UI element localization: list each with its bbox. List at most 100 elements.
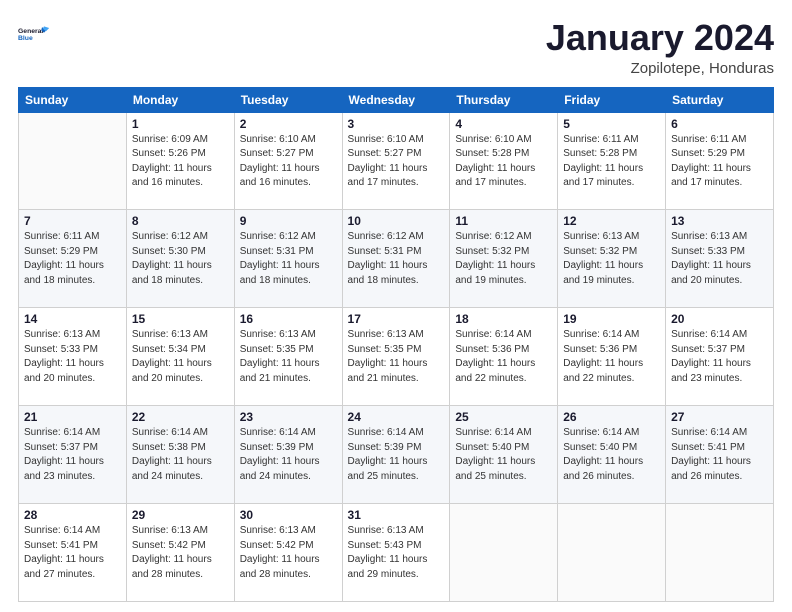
calendar-cell: 27 Sunrise: 6:14 AM Sunset: 5:41 PM Dayli… (666, 406, 774, 504)
calendar-cell: 4Sunrise: 6:10 AM Sunset: 5:28 PM Daylig… (450, 112, 558, 210)
calendar-cell: 13Sunrise: 6:13 AM Sunset: 5:33 PM Dayli… (666, 210, 774, 308)
day-info: Sunrise: 6:13 AM Sunset: 5:34 PM Dayligh… (132, 328, 229, 386)
title-block: January 2024 Zopilotepe, Honduras (546, 18, 774, 77)
calendar-cell: 18 Sunrise: 6:14 AM Sunset: 5:36 PM Dayli… (450, 308, 558, 406)
day-info: Sunrise: 6:14 AM Sunset: 5:41 PM Dayligh… (24, 524, 121, 582)
calendar-cell (558, 504, 666, 602)
day-info: Sunrise: 6:13 AM Sunset: 5:35 PM Dayligh… (240, 328, 337, 386)
day-number: 4 (455, 117, 552, 131)
day-info: Sunrise: 6:13 AM Sunset: 5:42 PM Dayligh… (240, 524, 337, 582)
day-info: Sunrise: 6:13 AM Sunset: 5:42 PM Dayligh… (132, 524, 229, 582)
day-info: Sunrise: 6:14 AM Sunset: 5:37 PM Dayligh… (671, 328, 768, 386)
weekday-header: Friday (558, 87, 666, 112)
day-number: 9 (240, 214, 337, 228)
day-info: Sunrise: 6:14 AM Sunset: 5:37 PM Dayligh… (24, 426, 121, 484)
day-info: Sunrise: 6:14 AM Sunset: 5:38 PM Dayligh… (132, 426, 229, 484)
logo-icon: GeneralBlue (18, 18, 50, 50)
calendar-cell (666, 504, 774, 602)
weekday-header: Monday (126, 87, 234, 112)
calendar-cell: 9 Sunrise: 6:12 AM Sunset: 5:31 PM Daylig… (234, 210, 342, 308)
day-info: Sunrise: 6:14 AM Sunset: 5:39 PM Dayligh… (348, 426, 445, 484)
calendar-cell: 17Sunrise: 6:13 AM Sunset: 5:35 PM Dayli… (342, 308, 450, 406)
day-number: 31 (348, 508, 445, 522)
calendar-cell: 21 Sunrise: 6:14 AM Sunset: 5:37 PM Dayli… (19, 406, 127, 504)
day-info: Sunrise: 6:10 AM Sunset: 5:27 PM Dayligh… (240, 133, 337, 191)
calendar-cell: 16Sunrise: 6:13 AM Sunset: 5:35 PM Dayli… (234, 308, 342, 406)
calendar-cell: 19Sunrise: 6:14 AM Sunset: 5:36 PM Dayli… (558, 308, 666, 406)
day-info: Sunrise: 6:14 AM Sunset: 5:39 PM Dayligh… (240, 426, 337, 484)
calendar-cell: 14 Sunrise: 6:13 AM Sunset: 5:33 PM Dayli… (19, 308, 127, 406)
day-number: 5 (563, 117, 660, 131)
day-number: 14 (24, 312, 121, 326)
calendar-cell: 26 Sunrise: 6:14 AM Sunset: 5:40 PM Dayli… (558, 406, 666, 504)
day-number: 23 (240, 410, 337, 424)
calendar-cell: 29 Sunrise: 6:13 AM Sunset: 5:42 PM Dayli… (126, 504, 234, 602)
weekday-header: Saturday (666, 87, 774, 112)
day-info: Sunrise: 6:09 AM Sunset: 5:26 PM Dayligh… (132, 133, 229, 191)
day-info: Sunrise: 6:12 AM Sunset: 5:30 PM Dayligh… (132, 230, 229, 288)
calendar-cell: 30 Sunrise: 6:13 AM Sunset: 5:42 PM Dayli… (234, 504, 342, 602)
weekday-header: Tuesday (234, 87, 342, 112)
day-info: Sunrise: 6:14 AM Sunset: 5:41 PM Dayligh… (671, 426, 768, 484)
day-number: 6 (671, 117, 768, 131)
day-info: Sunrise: 6:13 AM Sunset: 5:33 PM Dayligh… (24, 328, 121, 386)
calendar-cell: 1 Sunrise: 6:09 AM Sunset: 5:26 PM Daylig… (126, 112, 234, 210)
day-info: Sunrise: 6:14 AM Sunset: 5:36 PM Dayligh… (563, 328, 660, 386)
weekday-header: Sunday (19, 87, 127, 112)
day-number: 18 (455, 312, 552, 326)
calendar-cell: 20 Sunrise: 6:14 AM Sunset: 5:37 PM Dayli… (666, 308, 774, 406)
day-info: Sunrise: 6:12 AM Sunset: 5:31 PM Dayligh… (240, 230, 337, 288)
day-info: Sunrise: 6:14 AM Sunset: 5:36 PM Dayligh… (455, 328, 552, 386)
day-info: Sunrise: 6:12 AM Sunset: 5:32 PM Dayligh… (455, 230, 552, 288)
header: GeneralBlue January 2024 Zopilotepe, Hon… (18, 18, 774, 77)
day-number: 29 (132, 508, 229, 522)
day-number: 30 (240, 508, 337, 522)
day-info: Sunrise: 6:12 AM Sunset: 5:31 PM Dayligh… (348, 230, 445, 288)
calendar-cell: 24 Sunrise: 6:14 AM Sunset: 5:39 PM Dayli… (342, 406, 450, 504)
day-number: 15 (132, 312, 229, 326)
month-title: January 2024 (546, 18, 774, 58)
day-number: 2 (240, 117, 337, 131)
day-info: Sunrise: 6:11 AM Sunset: 5:28 PM Dayligh… (563, 133, 660, 191)
calendar-cell: 8 Sunrise: 6:12 AM Sunset: 5:30 PM Daylig… (126, 210, 234, 308)
day-number: 25 (455, 410, 552, 424)
calendar-cell: 22 Sunrise: 6:14 AM Sunset: 5:38 PM Dayli… (126, 406, 234, 504)
day-number: 24 (348, 410, 445, 424)
logo: GeneralBlue (18, 18, 50, 50)
day-number: 26 (563, 410, 660, 424)
day-info: Sunrise: 6:10 AM Sunset: 5:27 PM Dayligh… (348, 133, 445, 191)
weekday-header: Thursday (450, 87, 558, 112)
day-number: 12 (563, 214, 660, 228)
day-number: 13 (671, 214, 768, 228)
day-number: 28 (24, 508, 121, 522)
day-info: Sunrise: 6:14 AM Sunset: 5:40 PM Dayligh… (563, 426, 660, 484)
day-info: Sunrise: 6:11 AM Sunset: 5:29 PM Dayligh… (24, 230, 121, 288)
day-number: 21 (24, 410, 121, 424)
day-number: 22 (132, 410, 229, 424)
calendar-cell: 23 Sunrise: 6:14 AM Sunset: 5:39 PM Dayli… (234, 406, 342, 504)
day-info: Sunrise: 6:13 AM Sunset: 5:43 PM Dayligh… (348, 524, 445, 582)
page: GeneralBlue January 2024 Zopilotepe, Hon… (0, 0, 792, 612)
calendar-cell (450, 504, 558, 602)
day-number: 20 (671, 312, 768, 326)
calendar-cell: 10Sunrise: 6:12 AM Sunset: 5:31 PM Dayli… (342, 210, 450, 308)
day-info: Sunrise: 6:11 AM Sunset: 5:29 PM Dayligh… (671, 133, 768, 191)
calendar-cell (19, 112, 127, 210)
day-number: 8 (132, 214, 229, 228)
calendar-cell: 25 Sunrise: 6:14 AM Sunset: 5:40 PM Dayli… (450, 406, 558, 504)
calendar-cell: 28 Sunrise: 6:14 AM Sunset: 5:41 PM Dayli… (19, 504, 127, 602)
weekday-header: Wednesday (342, 87, 450, 112)
day-number: 1 (132, 117, 229, 131)
svg-text:General: General (18, 28, 43, 35)
day-number: 7 (24, 214, 121, 228)
day-number: 11 (455, 214, 552, 228)
day-number: 27 (671, 410, 768, 424)
calendar-cell: 7 Sunrise: 6:11 AM Sunset: 5:29 PM Daylig… (19, 210, 127, 308)
day-info: Sunrise: 6:13 AM Sunset: 5:32 PM Dayligh… (563, 230, 660, 288)
location: Zopilotepe, Honduras (546, 60, 774, 77)
calendar-cell: 15 Sunrise: 6:13 AM Sunset: 5:34 PM Dayli… (126, 308, 234, 406)
calendar-cell: 2 Sunrise: 6:10 AM Sunset: 5:27 PM Daylig… (234, 112, 342, 210)
calendar-cell: 12 Sunrise: 6:13 AM Sunset: 5:32 PM Dayli… (558, 210, 666, 308)
day-info: Sunrise: 6:14 AM Sunset: 5:40 PM Dayligh… (455, 426, 552, 484)
calendar-cell: 11 Sunrise: 6:12 AM Sunset: 5:32 PM Dayli… (450, 210, 558, 308)
